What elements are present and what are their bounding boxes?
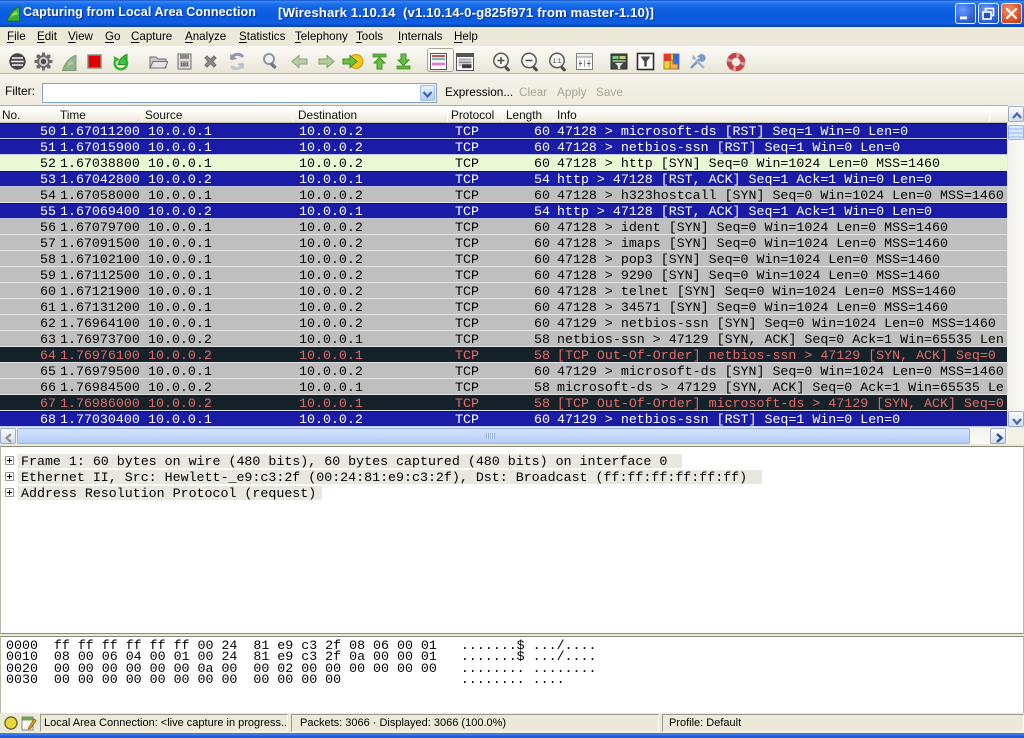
svg-text:1:1: 1:1 <box>552 58 561 65</box>
svg-text:101: 101 <box>180 62 189 68</box>
